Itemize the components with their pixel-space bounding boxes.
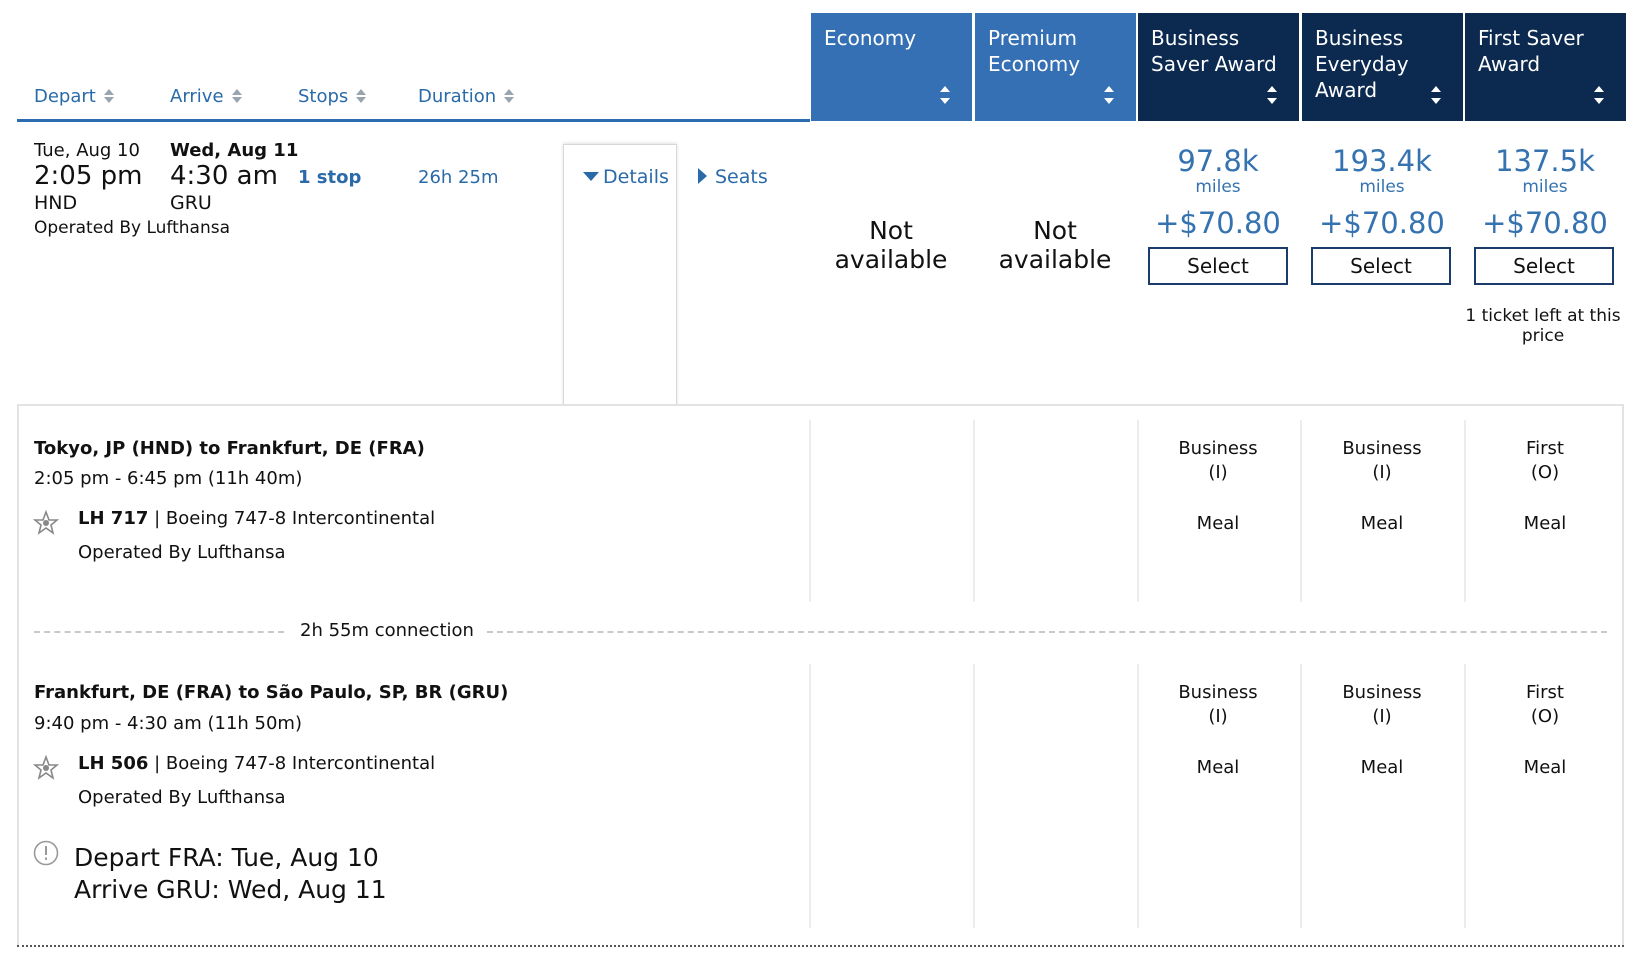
sort-arrows-icon bbox=[1594, 86, 1604, 104]
sort-stops[interactable]: Stops bbox=[298, 86, 367, 107]
panel-bottom-border bbox=[17, 945, 1624, 947]
arrive-time: 4:30 am bbox=[170, 161, 278, 191]
sort-arrows-icon bbox=[1104, 86, 1114, 104]
premium-economy-not-available: Not available bbox=[998, 216, 1112, 274]
select-business-saver-button[interactable]: Select bbox=[1148, 247, 1288, 285]
operator-label: Operated By Lufthansa bbox=[34, 218, 231, 238]
sort-depart[interactable]: Depart bbox=[34, 86, 114, 107]
segment-cabin: Business (I) bbox=[1342, 682, 1422, 727]
segment-times: 2:05 pm - 6:45 pm (11h 40m) bbox=[34, 468, 303, 489]
sort-arrows-icon bbox=[940, 86, 950, 104]
fare-header-business-saver[interactable]: Business Saver Award bbox=[1138, 13, 1299, 121]
star-alliance-icon bbox=[33, 755, 59, 780]
segment-meal: Meal bbox=[1523, 513, 1567, 534]
segment-operator: Operated By Lufthansa bbox=[78, 787, 286, 808]
segment-meal: Meal bbox=[1360, 513, 1404, 534]
segment-meal: Meal bbox=[1523, 757, 1567, 778]
sort-arrive[interactable]: Arrive bbox=[170, 86, 242, 107]
sort-arrows-icon bbox=[231, 88, 242, 104]
segment-cabin: First (O) bbox=[1526, 438, 1564, 483]
fare-header-business-everyday[interactable]: Business Everyday Award bbox=[1302, 13, 1463, 121]
connection-divider bbox=[487, 631, 1607, 633]
connection-divider bbox=[34, 631, 284, 633]
economy-not-available: Not available bbox=[834, 216, 948, 274]
segment-flight-info: LH 717 | Boeing 747-8 Intercontinental bbox=[78, 508, 436, 529]
arrive-date: Wed, Aug 11 bbox=[170, 140, 299, 161]
caret-right-icon bbox=[698, 168, 707, 184]
segment-cabin: First (O) bbox=[1526, 682, 1564, 727]
sort-arrows-icon bbox=[504, 88, 515, 104]
segment-cabin: Business (I) bbox=[1178, 682, 1258, 727]
segment-meal: Meal bbox=[1196, 757, 1240, 778]
depart-airport: HND bbox=[34, 192, 78, 214]
segment-cabin: Business (I) bbox=[1178, 438, 1258, 483]
first-saver-price: 137.5k miles +$70.80 bbox=[1482, 144, 1608, 240]
segment-times: 9:40 pm - 4:30 am (11h 50m) bbox=[34, 713, 302, 734]
column-divider bbox=[973, 420, 975, 602]
business-everyday-price: 193.4k miles +$70.80 bbox=[1319, 144, 1445, 240]
sort-arrows-icon bbox=[1431, 86, 1441, 104]
sort-arrows-icon bbox=[1267, 86, 1277, 104]
segment-meal: Meal bbox=[1360, 757, 1404, 778]
segment-meal: Meal bbox=[1196, 513, 1240, 534]
segment-cabin: Business (I) bbox=[1342, 438, 1422, 483]
star-alliance-icon bbox=[33, 510, 59, 535]
segment-flight-info: LH 506 | Boeing 747-8 Intercontinental bbox=[78, 753, 436, 774]
arrive-airport: GRU bbox=[170, 192, 212, 214]
select-business-everyday-button[interactable]: Select bbox=[1311, 247, 1451, 285]
column-divider bbox=[973, 664, 975, 928]
depart-time: 2:05 pm bbox=[34, 161, 143, 191]
duration-value: 26h 25m bbox=[418, 167, 499, 188]
exclamation-circle-icon bbox=[33, 840, 59, 866]
date-change-notice: Depart FRA: Tue, Aug 10 Arrive GRU: Wed,… bbox=[74, 843, 387, 904]
connection-label: 2h 55m connection bbox=[300, 620, 474, 641]
seats-left-note: 1 ticket left at this price bbox=[1465, 306, 1621, 346]
fare-header-first-saver[interactable]: First Saver Award bbox=[1465, 13, 1626, 121]
column-divider bbox=[809, 664, 811, 928]
sort-arrows-icon bbox=[356, 88, 367, 104]
column-divider bbox=[809, 420, 811, 602]
sort-duration[interactable]: Duration bbox=[418, 86, 515, 107]
fare-header-economy[interactable]: Economy bbox=[811, 13, 972, 121]
depart-date: Tue, Aug 10 bbox=[34, 140, 140, 161]
fare-header-premium-economy[interactable]: Premium Economy bbox=[975, 13, 1136, 121]
business-saver-price: 97.8k miles +$70.80 bbox=[1155, 144, 1281, 240]
seats-toggle[interactable]: Seats bbox=[698, 166, 768, 188]
select-first-saver-button[interactable]: Select bbox=[1474, 247, 1614, 285]
header-divider bbox=[17, 119, 810, 122]
details-toggle[interactable]: Details bbox=[583, 166, 669, 188]
sort-arrows-icon bbox=[103, 88, 114, 104]
segment-route: Frankfurt, DE (FRA) to São Paulo, SP, BR… bbox=[34, 682, 509, 703]
stops-link[interactable]: 1 stop bbox=[298, 167, 361, 188]
segment-operator: Operated By Lufthansa bbox=[78, 542, 286, 563]
caret-down-icon bbox=[583, 172, 599, 181]
segment-route: Tokyo, JP (HND) to Frankfurt, DE (FRA) bbox=[34, 438, 425, 459]
